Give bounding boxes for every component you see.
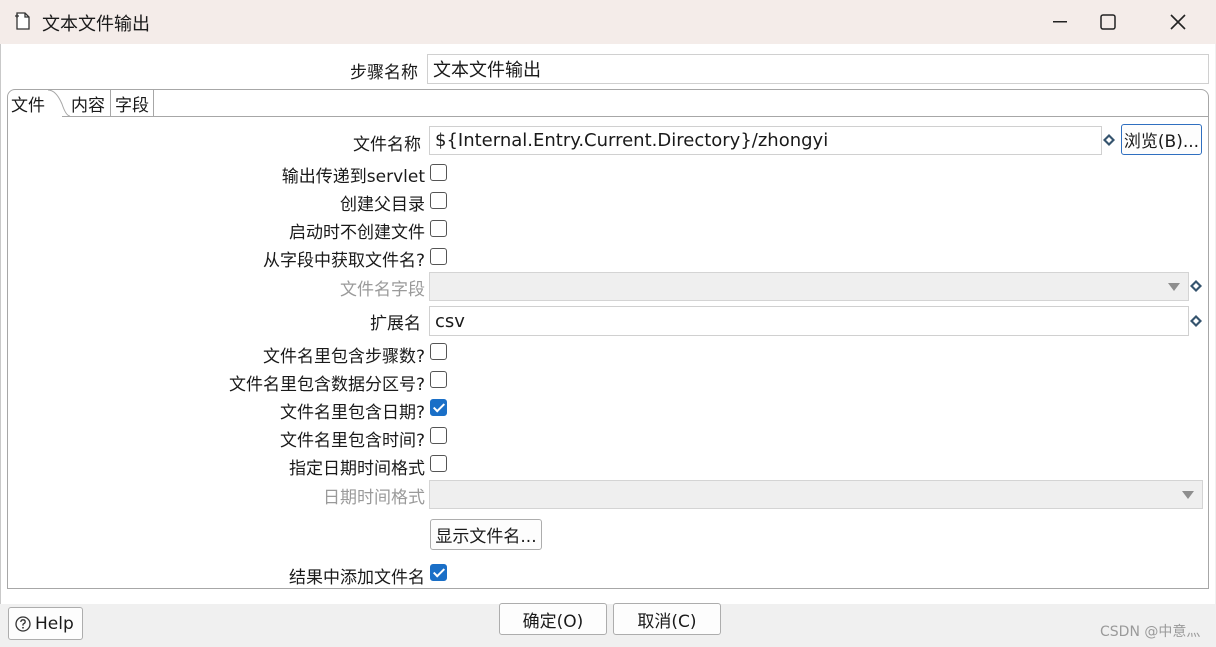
variable-icon[interactable] bbox=[1103, 134, 1115, 146]
datetime-format-label: 日期时间格式 bbox=[323, 488, 425, 508]
filename-input[interactable]: ${Internal.Entry.Current.Directory}/zhon… bbox=[429, 126, 1102, 155]
include-stepnr-label: 文件名里包含步骤数? bbox=[262, 347, 425, 367]
help-button[interactable]: Help bbox=[8, 607, 83, 640]
text-file-output-icon bbox=[14, 11, 32, 31]
tab-file-slant bbox=[48, 90, 70, 117]
include-date-checkbox[interactable] bbox=[430, 399, 447, 416]
window-title: 文本文件输出 bbox=[42, 14, 150, 35]
chevron-down-icon bbox=[1182, 490, 1194, 499]
include-date-label: 文件名里包含日期? bbox=[279, 403, 425, 423]
step-name-label: 步骤名称 bbox=[350, 63, 418, 83]
include-partition-label: 文件名里包含数据分区号? bbox=[228, 375, 425, 395]
tab-field-label: 字段 bbox=[115, 95, 149, 116]
tab-content-label: 内容 bbox=[71, 95, 105, 116]
variable-icon[interactable] bbox=[1190, 315, 1202, 327]
tab-divider bbox=[62, 116, 1208, 117]
browse-button[interactable]: 浏览(B)... bbox=[1121, 124, 1202, 155]
cancel-button[interactable]: 取消(C) bbox=[613, 603, 721, 635]
close-icon bbox=[1170, 14, 1186, 30]
pass-to-servlet-checkbox[interactable] bbox=[430, 164, 447, 181]
create-parent-dir-label: 创建父目录 bbox=[340, 195, 425, 215]
title-bar bbox=[0, 0, 1216, 44]
extension-input[interactable]: csv bbox=[429, 306, 1189, 336]
minimize-icon bbox=[1053, 21, 1067, 23]
include-stepnr-checkbox[interactable] bbox=[430, 343, 447, 360]
add-to-result-label: 结果中添加文件名 bbox=[289, 568, 425, 588]
include-partition-checkbox[interactable] bbox=[430, 371, 447, 388]
add-to-result-checkbox[interactable] bbox=[430, 564, 447, 581]
include-time-checkbox[interactable] bbox=[430, 427, 447, 444]
maximize-button[interactable] bbox=[1085, 6, 1131, 38]
show-filenames-button[interactable]: 显示文件名... bbox=[430, 519, 542, 550]
specify-format-label: 指定日期时间格式 bbox=[289, 459, 425, 479]
minimize-button[interactable] bbox=[1037, 6, 1083, 38]
close-button[interactable] bbox=[1155, 6, 1201, 38]
chevron-down-icon bbox=[1168, 282, 1180, 291]
tab-field[interactable]: 字段 bbox=[110, 90, 154, 116]
filename-from-field-label: 从字段中获取文件名? bbox=[262, 251, 425, 271]
pass-to-servlet-label: 输出传递到servlet bbox=[281, 167, 425, 187]
step-name-input[interactable]: 文本文件输出 bbox=[427, 54, 1209, 84]
include-time-label: 文件名里包含时间? bbox=[279, 431, 425, 451]
tab-file[interactable]: 文件 bbox=[8, 90, 70, 117]
filename-from-field-checkbox[interactable] bbox=[430, 248, 447, 265]
specify-format-checkbox[interactable] bbox=[430, 455, 447, 472]
tab-panel bbox=[7, 89, 1209, 589]
help-label: Help bbox=[35, 613, 74, 634]
tab-file-label: 文件 bbox=[11, 95, 45, 116]
variable-icon[interactable] bbox=[1190, 280, 1202, 292]
help-icon bbox=[15, 615, 31, 632]
maximize-icon bbox=[1100, 14, 1116, 30]
datetime-format-combo[interactable] bbox=[429, 480, 1203, 509]
no-create-at-start-checkbox[interactable] bbox=[430, 220, 447, 237]
ok-button[interactable]: 确定(O) bbox=[499, 603, 607, 635]
create-parent-dir-checkbox[interactable] bbox=[430, 192, 447, 209]
filename-field-label: 文件名字段 bbox=[340, 280, 425, 300]
filename-label: 文件名称 bbox=[353, 135, 421, 155]
extension-label: 扩展名 bbox=[370, 314, 421, 334]
filename-field-combo[interactable] bbox=[429, 272, 1189, 301]
watermark: CSDN @中意灬 bbox=[1100, 624, 1201, 640]
tab-content[interactable]: 内容 bbox=[68, 90, 108, 116]
no-create-at-start-label: 启动时不创建文件 bbox=[289, 223, 425, 243]
tab-panel-bottom bbox=[8, 588, 1208, 589]
